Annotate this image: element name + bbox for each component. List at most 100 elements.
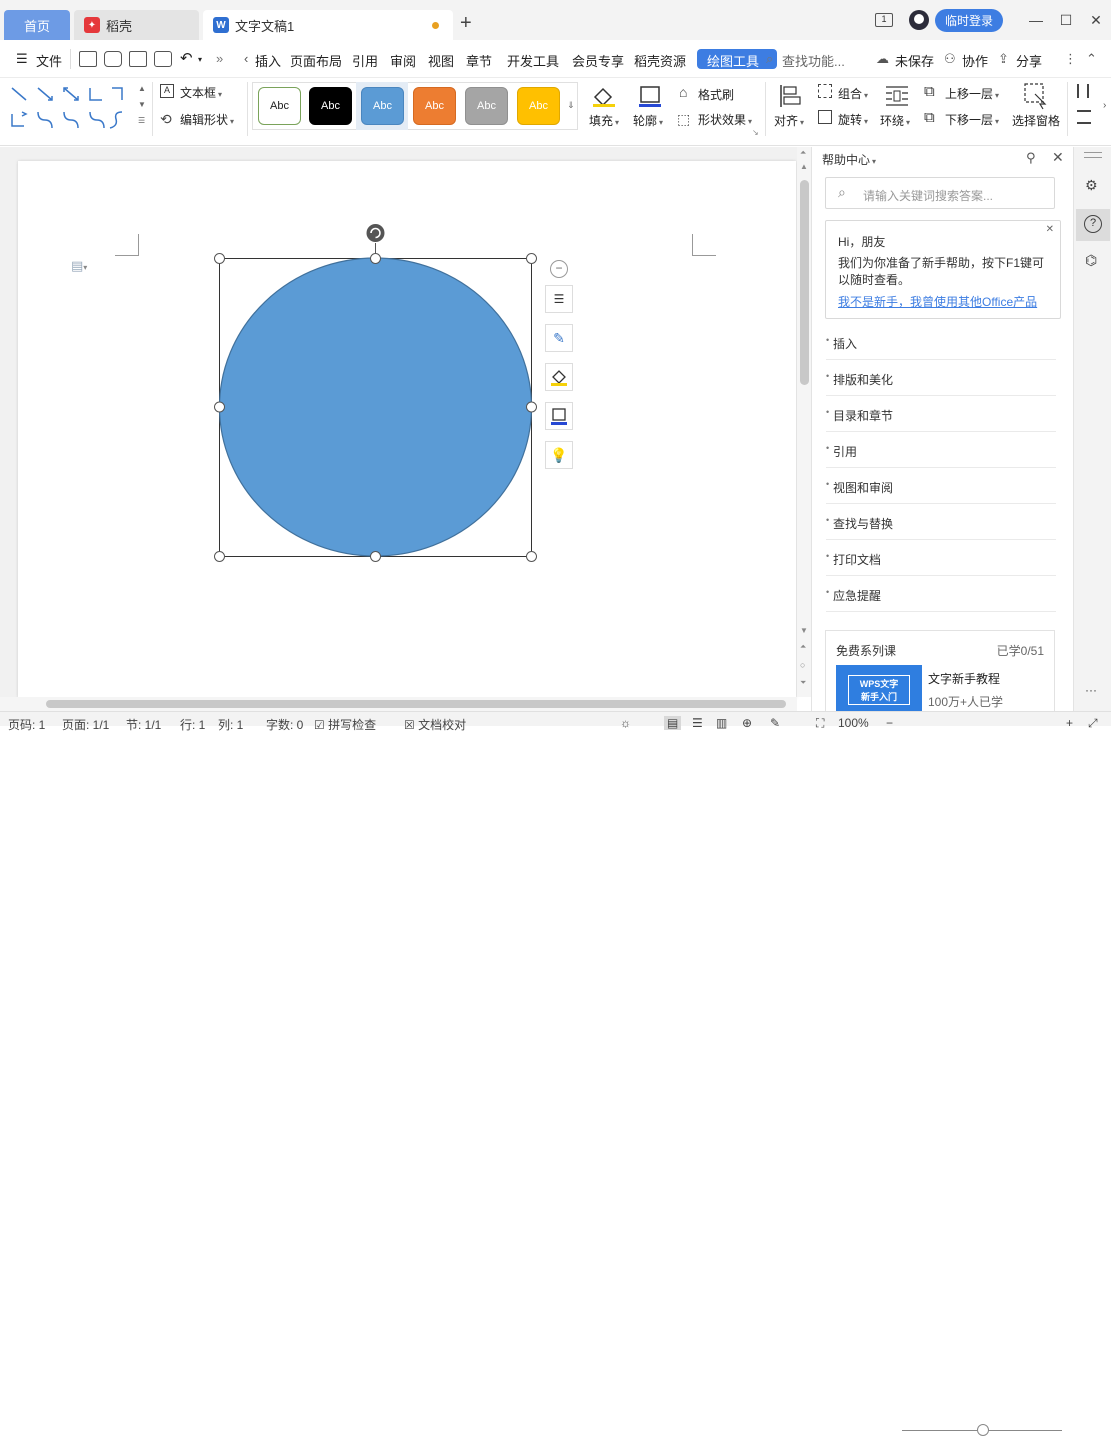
collaborate-button[interactable]: 协作 [962, 51, 988, 70]
menu-daoke-resources[interactable]: 稻壳资源 [634, 51, 686, 70]
tab-document[interactable]: W 文字文稿1 [203, 10, 453, 40]
smart-tips-bulb-icon[interactable]: 💡 [545, 441, 573, 469]
status-row[interactable]: 行: 1 [180, 716, 205, 733]
style-preset-5[interactable]: Abc [465, 87, 508, 125]
menu-developer[interactable]: 开发工具 [507, 51, 559, 70]
status-col[interactable]: 列: 1 [218, 716, 243, 733]
spell-check-toggle[interactable]: ☑ 拼写检查 [314, 716, 376, 733]
new-tab-button[interactable]: + [460, 12, 472, 35]
help-topic-item[interactable]: 打印文档 [826, 540, 1056, 576]
distribute-icon[interactable] [1077, 84, 1089, 98]
status-pages[interactable]: 页面: 1/1 [62, 716, 109, 733]
fullscreen-icon[interactable]: ⤢ [1088, 716, 1098, 731]
paragraph-mark-icon[interactable]: ▤▾ [71, 258, 87, 274]
format-painter-button[interactable]: 格式刷 [698, 86, 734, 103]
smart-assistant-icon[interactable]: ⌬ [1085, 252, 1097, 269]
close-welcome-icon[interactable]: ✕ [1046, 224, 1054, 235]
unsaved-status[interactable]: 未保存 [895, 51, 934, 70]
more-sidebar-icon[interactable]: ··· [1085, 683, 1097, 697]
reading-view-icon[interactable]: ▥ [716, 716, 727, 730]
share-button[interactable]: 分享 [1016, 51, 1042, 70]
style-preset-2[interactable]: Abc [309, 87, 352, 125]
help-topic-item[interactable]: 查找与替换 [826, 504, 1056, 540]
fit-page-icon[interactable]: ⛶ [816, 716, 824, 731]
vertical-scroll-thumb[interactable] [800, 180, 809, 385]
textbox-button[interactable]: 文本框 ▾ [180, 84, 222, 101]
undo-icon[interactable]: ↶ [180, 49, 193, 67]
minimize-icon[interactable]: — [1021, 12, 1051, 28]
outline-button[interactable]: 轮廓 ▾ [633, 112, 663, 129]
resize-handle-nw[interactable] [214, 253, 225, 264]
help-center-tab[interactable]: ? [1076, 209, 1110, 241]
collapse-ribbon-icon[interactable]: ⌃ [1086, 51, 1097, 67]
more-quick-tools-icon[interactable]: » [216, 51, 223, 66]
rotate-handle-icon[interactable] [366, 224, 385, 242]
help-topic-item[interactable]: 排版和美化 [826, 360, 1056, 396]
file-menu[interactable]: 文件 [36, 51, 62, 70]
help-topic-item[interactable]: 视图和审阅 [826, 468, 1056, 504]
zoom-level[interactable]: 100% [838, 716, 869, 730]
resize-handle-ne[interactable] [526, 253, 537, 264]
ellipse-shape[interactable] [218, 257, 533, 557]
pin-icon[interactable]: ⚲ [1026, 150, 1036, 166]
tab-daoke[interactable]: ✦ 稻壳 [74, 10, 199, 40]
outline-view-icon[interactable]: ☰ [692, 716, 703, 730]
menu-view[interactable]: 视图 [428, 51, 454, 70]
resize-handle-w[interactable] [214, 401, 225, 413]
edit-shape-button[interactable]: 编辑形状 ▾ [180, 111, 234, 128]
menu-review[interactable]: 审阅 [390, 51, 416, 70]
more-options-icon[interactable]: ⋮ [1064, 51, 1077, 67]
resize-handle-n[interactable] [370, 253, 381, 264]
page-view-icon[interactable]: ▤ [664, 716, 682, 730]
align-button[interactable]: 对齐 ▾ [774, 112, 804, 129]
zoom-slider-thumb[interactable] [977, 1424, 989, 1436]
outline-quick-icon[interactable] [545, 402, 573, 430]
rotate-button[interactable]: 旋转 ▾ [838, 111, 868, 128]
fill-button[interactable]: 填充 ▾ [589, 112, 619, 129]
shape-effects-button[interactable]: 形状效果 ▾ [698, 111, 752, 128]
scroll-left-icon[interactable]: ‹ [244, 51, 248, 66]
web-view-icon[interactable]: ⊕ [742, 716, 752, 730]
tab-drawing-tools[interactable]: 绘图工具 [697, 49, 777, 69]
horizontal-scroll-thumb[interactable] [46, 700, 786, 708]
print-icon[interactable] [129, 51, 147, 67]
export-pdf-icon[interactable] [104, 51, 122, 67]
tab-home[interactable]: 首页 [4, 10, 70, 40]
gallery-up-icon[interactable]: ▲ [138, 84, 146, 93]
browse-object-icon[interactable]: ○ [800, 660, 805, 670]
save-icon[interactable] [79, 51, 97, 67]
dialog-launcher-icon[interactable]: ↘ [752, 128, 759, 137]
doc-check-toggle[interactable]: ☒ 文档校对 [404, 716, 466, 733]
style-preset-4[interactable]: Abc [413, 87, 456, 125]
close-panel-icon[interactable]: ✕ [1052, 149, 1064, 166]
selection-pane-button[interactable]: 选择窗格 [1012, 112, 1060, 129]
protect-eye-icon[interactable]: ☼ [620, 716, 631, 730]
scroll-up-fast-icon[interactable]: ⏶ [800, 148, 806, 158]
not-a-beginner-link[interactable]: 我不是新手，我曾使用其他Office产品 [838, 293, 1048, 310]
close-icon[interactable]: ✕ [1081, 12, 1111, 29]
shape-style-brush-icon[interactable]: ✎ [545, 324, 573, 352]
ribbon-scroll-right-icon[interactable]: › [1103, 100, 1106, 111]
fill-quick-icon[interactable] [545, 363, 573, 391]
style-preset-3[interactable]: Abc [361, 87, 404, 125]
property-settings-icon[interactable]: ⚙ [1085, 177, 1098, 194]
scroll-down-icon[interactable]: ▼ [800, 626, 808, 635]
avatar[interactable] [908, 10, 929, 30]
help-search-input[interactable]: ⌕ 请输入关键词搜索答案... [825, 177, 1055, 209]
more-styles-icon[interactable]: ⇓ [567, 100, 575, 111]
style-preset-6[interactable]: Abc [517, 87, 560, 125]
resize-handle-s[interactable] [370, 551, 381, 562]
gallery-down-icon[interactable]: ▼ [138, 100, 146, 109]
status-section[interactable]: 节: 1/1 [126, 716, 161, 733]
status-word-count[interactable]: 字数: 0 [266, 716, 303, 733]
menu-references[interactable]: 引用 [352, 51, 378, 70]
resize-handle-se[interactable] [526, 551, 537, 562]
restore-icon[interactable]: ☐ [1051, 12, 1081, 29]
send-backward-button[interactable]: 下移一层 ▾ [945, 111, 999, 128]
help-topic-item[interactable]: 应急提醒 [826, 576, 1056, 612]
zoom-in-icon[interactable]: + [1066, 716, 1073, 730]
help-topic-item[interactable]: 引用 [826, 432, 1056, 468]
menu-sections[interactable]: 章节 [466, 51, 492, 70]
zoom-out-icon[interactable]: − [886, 716, 893, 730]
login-button[interactable]: 临时登录 [934, 8, 1003, 32]
